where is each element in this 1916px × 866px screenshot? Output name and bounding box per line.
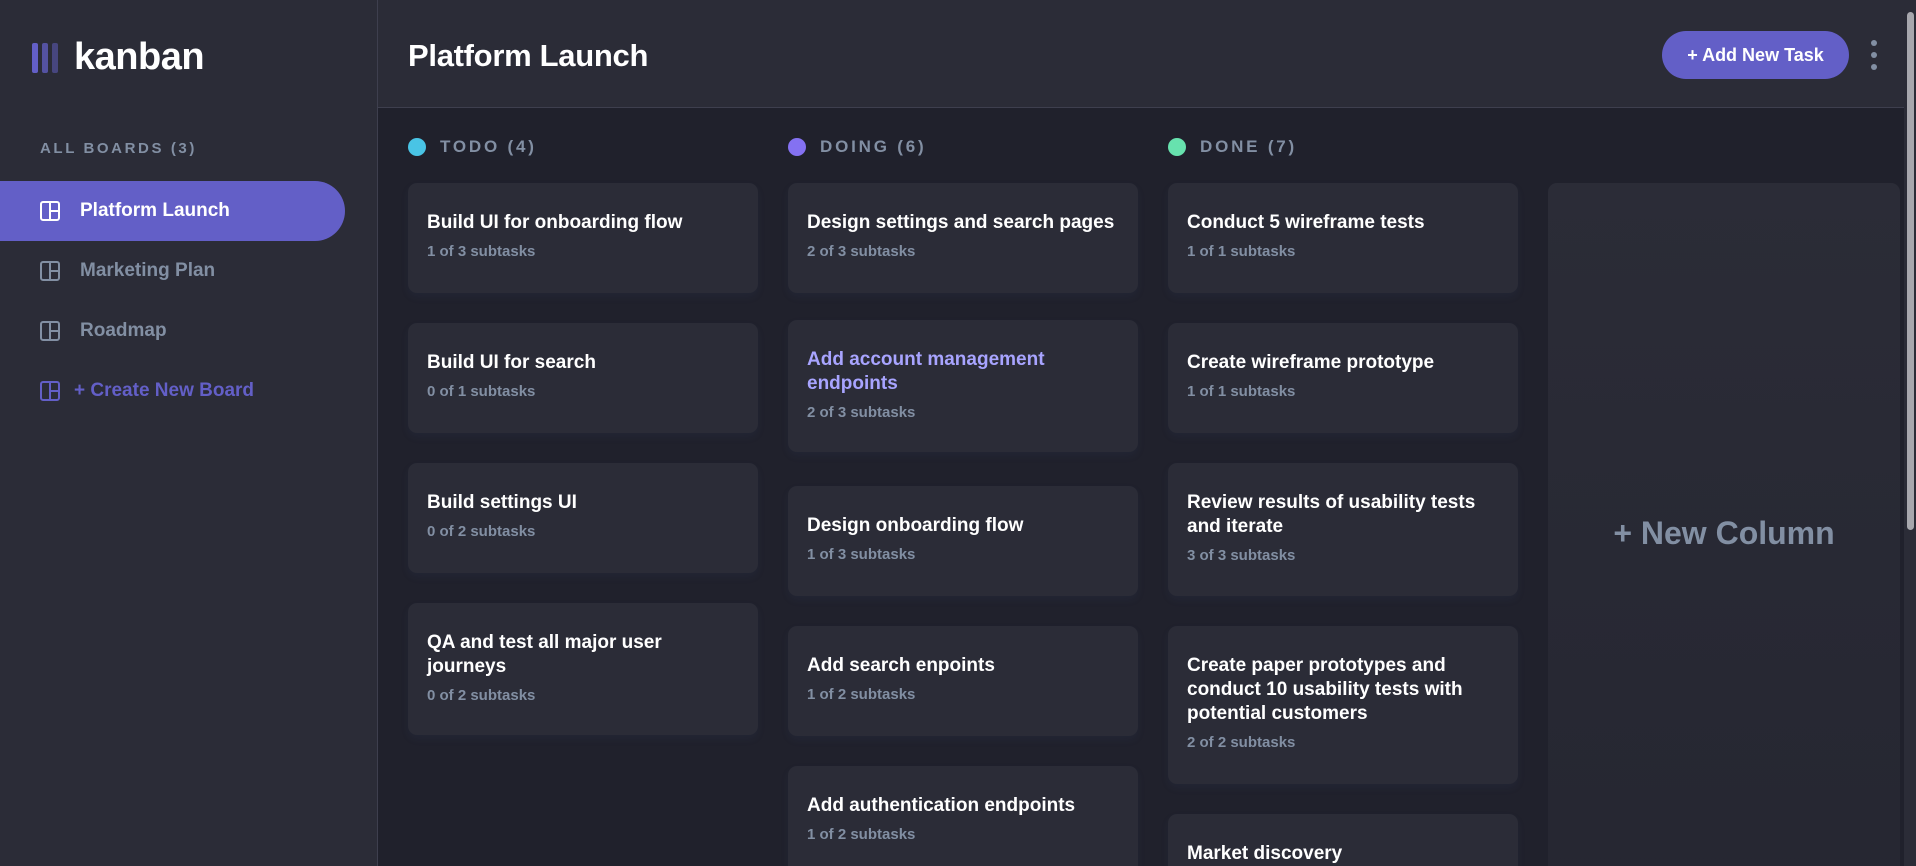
task-subtasks: 0 of 1 subtasks <box>427 383 536 400</box>
header: Platform Launch + Add New Task <box>378 0 1904 108</box>
status-dot <box>1168 138 1186 156</box>
status-dot <box>788 138 806 156</box>
task-title: Design settings and search pages <box>807 212 1115 233</box>
column-heading-label: TODO (4) <box>440 137 537 156</box>
create-new-board-button[interactable]: + Create New Board <box>0 361 345 421</box>
sidebar-item-label: Marketing Plan <box>80 260 216 281</box>
task-subtasks: 1 of 2 subtasks <box>807 686 916 703</box>
task-title: Create wireframe prototype <box>1187 352 1435 373</box>
task-subtasks: 2 of 3 subtasks <box>807 243 916 260</box>
sidebar-item-platform-launch[interactable]: Platform Launch <box>0 181 345 241</box>
status-dot <box>408 138 426 156</box>
task-title: Add authentication endpoints <box>807 795 1076 816</box>
task-title: Review results of usability tests and it… <box>1187 492 1476 537</box>
task-subtasks: 1 of 2 subtasks <box>807 826 916 843</box>
board-icon <box>40 381 60 401</box>
new-column-button[interactable]: + New Column <box>1548 183 1900 866</box>
task-title: Create paper prototypes and conduct 10 u… <box>1187 655 1463 724</box>
board-icon <box>40 321 60 341</box>
sidebar-item-marketing-plan[interactable]: Marketing Plan <box>0 241 345 301</box>
sidebar-item-label: Roadmap <box>80 320 167 341</box>
task-card[interactable]: Build UI for onboarding flow 1 of 3 subt… <box>408 183 758 293</box>
boards-heading: ALL BOARDS (3) <box>40 140 197 157</box>
sidebar-item-label: Platform Launch <box>80 200 230 221</box>
task-subtasks: 1 of 1 subtasks <box>1187 383 1296 400</box>
column-heading-label: DONE (7) <box>1200 137 1298 156</box>
task-card[interactable]: QA and test all major user journeys 0 of… <box>408 603 758 735</box>
sidebar-item-roadmap[interactable]: Roadmap <box>0 301 345 361</box>
task-subtasks: 1 of 3 subtasks <box>427 243 536 260</box>
task-card[interactable]: Create paper prototypes and conduct 10 u… <box>1168 626 1518 784</box>
more-options-icon[interactable] <box>1868 40 1880 70</box>
task-title: Build UI for search <box>427 352 596 373</box>
task-subtasks: 2 of 2 subtasks <box>1187 734 1296 751</box>
task-subtasks: 1 of 1 subtasks <box>1187 243 1296 260</box>
scrollbar[interactable] <box>1904 0 1916 866</box>
kanban-logo-icon <box>32 42 58 73</box>
create-new-board-label: + Create New Board <box>74 380 255 401</box>
task-card[interactable]: Add authentication endpoints 1 of 2 subt… <box>788 766 1138 866</box>
task-title: Conduct 5 wireframe tests <box>1187 212 1425 233</box>
column-heading-todo: TODO (4) <box>408 137 537 157</box>
task-title: Add account management endpoints <box>807 349 1045 394</box>
page-title: Platform Launch <box>408 38 649 73</box>
add-new-task-button[interactable]: + Add New Task <box>1662 31 1849 79</box>
task-card[interactable]: Add account management endpoints 2 of 3 … <box>788 320 1138 452</box>
task-card[interactable]: Review results of usability tests and it… <box>1168 463 1518 596</box>
board-icon <box>40 261 60 281</box>
board-icon <box>40 201 60 221</box>
task-subtasks: 3 of 3 subtasks <box>1187 547 1296 564</box>
task-subtasks: 0 of 2 subtasks <box>427 687 536 704</box>
task-subtasks: 0 of 2 subtasks <box>427 523 536 540</box>
sidebar: kanban ALL BOARDS (3) Platform Launch Ma… <box>0 0 378 866</box>
scrollbar-thumb[interactable] <box>1907 12 1914 530</box>
task-card[interactable]: Market discovery <box>1168 814 1518 866</box>
task-title: Build settings UI <box>427 492 577 513</box>
task-title: Build UI for onboarding flow <box>427 212 683 233</box>
task-card[interactable]: Build UI for search 0 of 1 subtasks <box>408 323 758 433</box>
task-subtasks: 2 of 3 subtasks <box>807 404 916 421</box>
column-heading-label: DOING (6) <box>820 137 927 156</box>
task-title: Market discovery <box>1187 843 1343 864</box>
task-subtasks: 1 of 3 subtasks <box>807 546 916 563</box>
task-card[interactable]: Add search enpoints 1 of 2 subtasks <box>788 626 1138 736</box>
task-title: Add search enpoints <box>807 655 995 676</box>
board-list: Platform Launch Marketing Plan Roadmap +… <box>0 181 345 421</box>
column-heading-done: DONE (7) <box>1168 137 1297 157</box>
task-card[interactable]: Create wireframe prototype 1 of 1 subtas… <box>1168 323 1518 433</box>
task-card[interactable]: Design onboarding flow 1 of 3 subtasks <box>788 486 1138 596</box>
task-card[interactable]: Design settings and search pages 2 of 3 … <box>788 183 1138 293</box>
task-card[interactable]: Build settings UI 0 of 2 subtasks <box>408 463 758 573</box>
task-title: QA and test all major user journeys <box>427 632 662 677</box>
new-column-label: + New Column <box>1613 514 1835 551</box>
app-logo: kanban <box>32 36 205 79</box>
task-card[interactable]: Conduct 5 wireframe tests 1 of 1 subtask… <box>1168 183 1518 293</box>
app-name: kanban <box>74 36 205 78</box>
task-title: Design onboarding flow <box>807 515 1024 536</box>
column-heading-doing: DOING (6) <box>788 137 926 157</box>
